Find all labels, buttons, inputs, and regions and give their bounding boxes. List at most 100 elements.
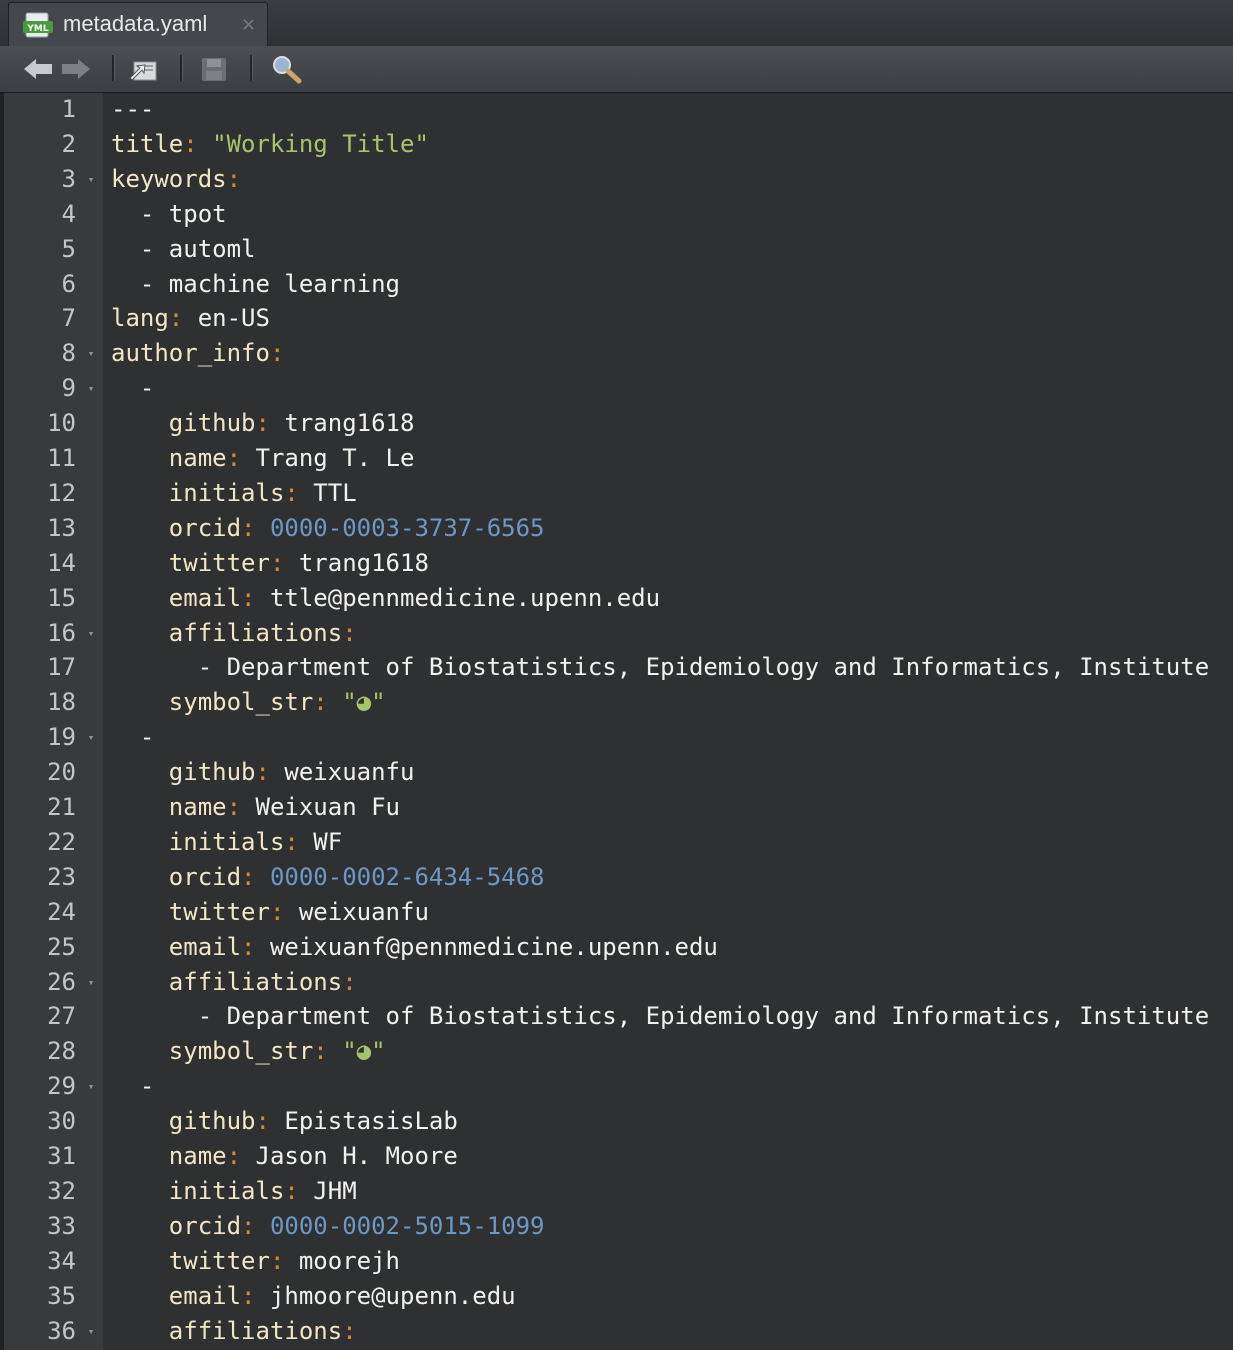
code-line[interactable]: 9 ▾ - — [0, 371, 1233, 406]
code-line[interactable]: 27 - Department of Biostatistics, Epidem… — [0, 999, 1233, 1034]
code-line[interactable]: 33 orcid: 0000-0002-5015-1099 — [0, 1209, 1233, 1244]
line-number: 12 — [47, 478, 76, 507]
code-line[interactable]: 13 orcid: 0000-0003-3737-6565 — [0, 511, 1233, 546]
code-line[interactable]: 29 ▾ - — [0, 1069, 1233, 1104]
code-token: - — [111, 1072, 155, 1101]
line-content: name: Trang T. Le — [111, 441, 415, 476]
code-line[interactable]: 31 name: Jason H. Moore — [0, 1139, 1233, 1174]
tab-bar: YML metadata.yaml × — [0, 0, 1233, 47]
code-token: JHM — [298, 1176, 357, 1205]
code-token: twitter — [168, 897, 270, 926]
code-line[interactable]: 23 orcid: 0000-0002-6434-5468 — [0, 860, 1233, 895]
line-content: orcid: 0000-0002-6434-5468 — [111, 860, 545, 895]
code-line[interactable]: 10 github: trang1618 — [0, 406, 1233, 441]
code-line[interactable]: 28 symbol_str: "◕" — [0, 1034, 1233, 1069]
tab-metadata-yaml[interactable]: YML metadata.yaml × — [8, 2, 268, 46]
line-number: 21 — [47, 793, 76, 821]
code-token: : — [284, 1176, 299, 1205]
code-editor[interactable]: 1 --- 2 title: "Working Title" 3 ▾ keywords: 4 … — [0, 93, 1233, 1350]
code-token: : — [313, 1037, 328, 1066]
code-token: : — [241, 513, 256, 542]
back-arrow-icon[interactable] — [22, 54, 54, 84]
fold-toggle-icon[interactable]: ▾ — [84, 371, 98, 406]
code-line[interactable]: 25 email: weixuanf@pennmedicine.upenn.ed… — [0, 930, 1233, 965]
line-content: - Department of Biostatistics, Epidemiol… — [111, 650, 1209, 685]
code-line[interactable]: 6 - machine learning — [0, 267, 1233, 302]
search-icon[interactable] — [270, 54, 302, 84]
code-token: : — [226, 444, 242, 472]
line-content: email: jhmoore@upenn.edu — [111, 1279, 516, 1314]
code-line[interactable]: 11 name: Trang T. Le — [0, 441, 1233, 476]
code-line[interactable]: 12 initials: TTL — [0, 476, 1233, 511]
code-line[interactable]: 15 email: ttle@pennmedicine.upenn.edu — [0, 581, 1233, 616]
fold-toggle-icon[interactable]: ▾ — [84, 965, 98, 1000]
code-token: WF — [298, 827, 343, 856]
fold-toggle-icon[interactable]: ▾ — [84, 1069, 98, 1104]
code-token: "Working Title" — [212, 129, 429, 158]
code-line[interactable]: 19 ▾ - — [0, 720, 1233, 755]
code-line[interactable]: 16 ▾ affiliations: — [0, 616, 1233, 651]
line-number: 32 — [47, 1176, 76, 1205]
code-token: - Department of Biostatistics, Epidemiol… — [111, 1002, 1210, 1031]
code-line[interactable]: 8 ▾ author_info: — [0, 336, 1233, 371]
line-content: - — [111, 371, 154, 406]
line-content: keywords: — [111, 162, 241, 197]
code-line[interactable]: 18 symbol_str: "◕" — [0, 685, 1233, 720]
code-line[interactable]: 24 twitter: weixuanfu — [0, 895, 1233, 930]
code-line[interactable]: 2 title: "Working Title" — [0, 127, 1233, 162]
code-line[interactable]: 32 initials: JHM — [0, 1174, 1233, 1209]
forward-arrow-icon[interactable] — [60, 54, 92, 84]
code-line[interactable]: 3 ▾ keywords: — [0, 162, 1233, 197]
fold-toggle-icon[interactable]: ▾ — [84, 1314, 98, 1349]
code-token: orcid — [168, 513, 242, 542]
fold-toggle-icon[interactable]: ▾ — [84, 616, 98, 651]
line-content: orcid: 0000-0003-3737-6565 — [111, 511, 545, 546]
fold-toggle-icon[interactable]: ▾ — [84, 162, 98, 197]
code-line[interactable]: 22 initials: WF — [0, 825, 1233, 860]
code-token: - automl — [111, 234, 256, 263]
fold-toggle-icon[interactable]: ▾ — [84, 720, 98, 755]
code-token: github — [168, 758, 256, 787]
line-content: orcid: 0000-0002-5015-1099 — [111, 1209, 545, 1244]
code-line[interactable]: 26 ▾ affiliations: — [0, 965, 1233, 1000]
code-line[interactable]: 35 email: jhmoore@upenn.edu — [0, 1279, 1233, 1314]
line-number: 30 — [47, 1107, 76, 1136]
line-content: initials: JHM — [111, 1174, 357, 1209]
code-line[interactable]: 14 twitter: trang1618 — [0, 546, 1233, 581]
code-token: lang — [111, 304, 169, 333]
line-number: 3 — [61, 164, 76, 193]
code-line[interactable]: 36 ▾ affiliations: — [0, 1314, 1233, 1349]
code-line[interactable]: 4 - tpot — [0, 197, 1233, 232]
code-line[interactable]: 21 name: Weixuan Fu — [0, 790, 1233, 825]
code-token: : — [241, 583, 256, 612]
code-line[interactable]: 1 --- — [0, 93, 1233, 127]
fold-toggle-icon[interactable]: ▾ — [84, 336, 98, 371]
code-token: : — [269, 339, 285, 368]
code-line[interactable]: 20 github: weixuanfu — [0, 755, 1233, 790]
code-token: : — [168, 304, 184, 333]
code-token: : — [226, 164, 242, 193]
code-line[interactable]: 17 - Department of Biostatistics, Epidem… — [0, 650, 1233, 685]
line-number: 7 — [61, 304, 76, 333]
code-token: author_info — [111, 339, 270, 368]
go-to-source-icon[interactable] — [128, 54, 160, 84]
code-token: name — [168, 793, 227, 821]
code-line[interactable]: 5 - automl — [0, 232, 1233, 267]
yaml-file-icon: YML — [23, 12, 53, 38]
line-number: 22 — [47, 827, 76, 856]
close-icon[interactable]: × — [241, 14, 256, 35]
line-number: 9 — [61, 374, 76, 403]
line-content: - Department of Biostatistics, Epidemiol… — [111, 999, 1209, 1034]
save-icon[interactable] — [198, 54, 230, 84]
code-line[interactable]: 34 twitter: moorejh — [0, 1244, 1233, 1279]
code-token: - Department of Biostatistics, Epidemiol… — [111, 653, 1210, 682]
code-line[interactable]: 30 github: EpistasisLab — [0, 1104, 1233, 1139]
code-line[interactable]: 7 lang: en-US — [0, 301, 1233, 336]
